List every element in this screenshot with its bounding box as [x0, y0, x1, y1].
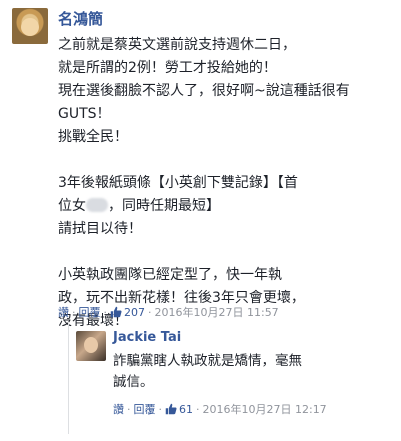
main-comment-line: 小英執政團隊已經定型了，快一年執 — [58, 267, 282, 283]
main-avatar[interactable] — [12, 8, 48, 44]
main-comment-line: 之前就是蔡英文選前說支持週休二日， — [58, 37, 296, 53]
reply-link[interactable]: 回覆 — [79, 306, 101, 319]
reply-thread-divider — [68, 322, 69, 434]
like-link[interactable]: 讚 — [58, 306, 69, 319]
thumbs-up-icon[interactable] — [110, 306, 122, 318]
like-link[interactable]: 讚 — [113, 403, 124, 416]
thumbs-up-icon[interactable] — [165, 403, 177, 415]
reply-avatar[interactable] — [76, 331, 106, 361]
reply-author[interactable]: Jackie Tai — [113, 330, 181, 345]
main-comment-line: 3年後報紙頭條【小英創下雙記錄】【首 — [58, 175, 298, 191]
main-comment-text: 之前就是蔡英文選前說支持週休二日， 就是所謂的2例！勞工才投給她的！ 現在選後翻… — [58, 34, 390, 333]
separator-dot: · — [72, 306, 76, 319]
timestamp[interactable]: 2016年10月27日 12:17 — [203, 403, 327, 416]
reply-text: 詐騙黨瞎人執政就是矯情，毫無 誠信。 — [113, 351, 388, 393]
like-count[interactable]: 207 — [124, 306, 145, 319]
reply-line: 誠信。 — [113, 374, 154, 390]
main-comment-line: 位女 — [58, 198, 86, 214]
separator-dot: · — [196, 403, 200, 416]
main-comment-line: 請拭目以待！ — [58, 221, 142, 237]
main-comment-line: ，同時任期最短】 — [108, 198, 220, 214]
separator-dot: · — [148, 306, 152, 319]
main-comment-line: 現在選後翻臉不認人了，很好啊~說這種 — [58, 83, 308, 99]
like-count[interactable]: 61 — [179, 403, 193, 416]
blurred-redaction — [86, 198, 108, 212]
main-comment-author[interactable]: 名鴻簡 — [58, 8, 103, 29]
separator-dot: · — [158, 403, 163, 416]
main-comment-line: 就是所謂的2例！勞工才投給她的！ — [58, 60, 277, 76]
main-comment-line: 挑戰全民！ — [58, 129, 128, 145]
separator-dot: · — [103, 306, 108, 319]
separator-dot: · — [127, 403, 131, 416]
reply-link[interactable]: 回覆 — [134, 403, 156, 416]
timestamp[interactable]: 2016年10月27日 11:57 — [155, 306, 279, 319]
reply-actions: 讚 · 回覆 · 61 · 2016年10月27日 12:17 — [113, 402, 383, 418]
reply-line: 詐騙黨瞎人執政就是矯情，毫無 — [113, 353, 302, 369]
main-comment-actions: 讚 · 回覆 · 207 · 2016年10月27日 11:57 — [58, 304, 279, 320]
